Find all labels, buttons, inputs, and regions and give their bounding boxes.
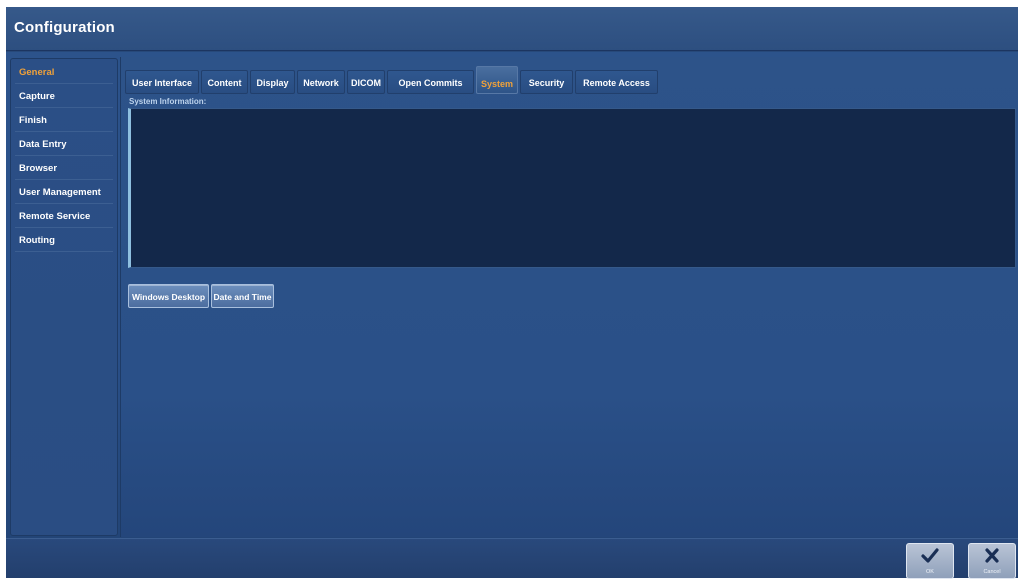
tab-user-interface[interactable]: User Interface [125, 70, 199, 94]
configuration-window: Configuration General Capture Finish Dat… [6, 7, 1018, 579]
sidebar-item-user-management[interactable]: User Management [15, 182, 113, 204]
sidebar-item-data-entry[interactable]: Data Entry [15, 134, 113, 156]
sidebar-item-remote-service[interactable]: Remote Service [15, 206, 113, 228]
sidebar-item-browser[interactable]: Browser [15, 158, 113, 180]
window-title: Configuration [14, 19, 115, 36]
tab-open-commits[interactable]: Open Commits [387, 70, 474, 94]
sidebar-item-routing[interactable]: Routing [15, 230, 113, 252]
title-bar: Configuration [6, 7, 1018, 51]
tab-network[interactable]: Network [297, 70, 345, 94]
cancel-label: Cancel [983, 569, 1001, 575]
sidebar-item-general[interactable]: General [15, 62, 113, 84]
tab-display[interactable]: Display [250, 70, 295, 94]
sidebar-item-capture[interactable]: Capture [15, 86, 113, 108]
ok-button[interactable]: OK [906, 543, 954, 579]
footer-bar: OK Cancel [6, 538, 1018, 579]
tab-system[interactable]: System [476, 66, 518, 94]
system-information-box[interactable] [128, 108, 1016, 268]
sidebar-item-finish[interactable]: Finish [15, 110, 113, 132]
tab-dicom[interactable]: DICOM [347, 70, 385, 94]
cancel-button[interactable]: Cancel [968, 543, 1016, 579]
tab-security[interactable]: Security [520, 70, 573, 94]
main-area: General Capture Finish Data Entry Browse… [6, 52, 1018, 538]
date-and-time-button[interactable]: Date and Time [211, 284, 274, 308]
system-information-label: System Information: [129, 97, 207, 106]
tab-content[interactable]: Content [201, 70, 248, 94]
checkmark-icon [921, 548, 939, 563]
close-icon [985, 548, 999, 563]
ok-label: OK [926, 569, 934, 575]
sidebar: General Capture Finish Data Entry Browse… [10, 58, 118, 536]
content-panel: User Interface Content Display Network D… [120, 57, 1018, 537]
tab-remote-access[interactable]: Remote Access [575, 70, 658, 94]
windows-desktop-button[interactable]: Windows Desktop [128, 284, 209, 308]
